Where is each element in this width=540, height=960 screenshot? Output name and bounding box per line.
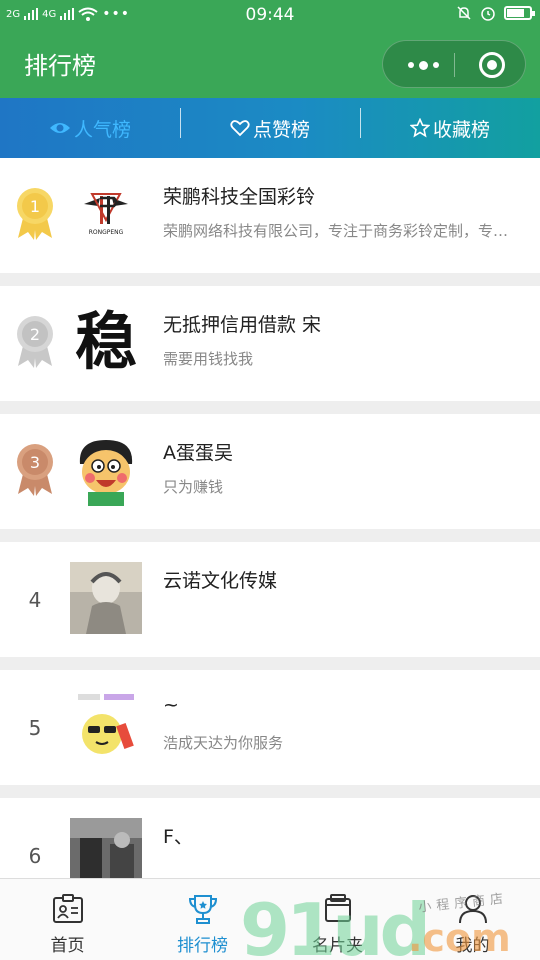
svg-text:1: 1: [30, 197, 40, 216]
nav-label: 我的: [455, 936, 490, 956]
avatar: RONGPENG: [70, 178, 142, 250]
star-icon: [409, 118, 430, 138]
tab-favorites[interactable]: 收藏榜: [360, 98, 540, 158]
nav-bar: 排行榜: [0, 30, 540, 98]
item-desc: 需要用钱找我: [163, 350, 254, 368]
status-bar: 2G 4G ••• 09:44: [0, 0, 540, 30]
id-card-icon: [52, 894, 83, 923]
more-menu-button[interactable]: [401, 53, 445, 77]
bottom-tab-bar: 首页 排行榜 名片夹 我的: [0, 878, 540, 960]
list-item[interactable]: 3 A蛋蛋吴 只为赚钱: [0, 414, 540, 529]
rank-number: 5: [28, 716, 42, 740]
avatar: 稳: [70, 306, 142, 378]
avatar: [70, 434, 142, 506]
item-name: 无抵押信用借款 宋: [163, 314, 322, 336]
nav-label: 排行榜: [177, 936, 228, 956]
trophy-icon: [188, 895, 217, 924]
nav-home[interactable]: 首页: [0, 879, 135, 960]
item-desc: 浩成天达为你服务: [163, 734, 284, 752]
list-item[interactable]: 5 ~ 浩成天达为你服务: [0, 670, 540, 785]
item-desc: 只为赚钱: [163, 478, 224, 496]
eye-icon: [49, 123, 70, 133]
item-name: F、: [163, 826, 193, 848]
svg-text:RONGPENG: RONGPENG: [89, 229, 124, 236]
silent-bell-icon: [457, 6, 471, 20]
tab-popularity[interactable]: 人气榜: [0, 98, 180, 158]
gold-medal-icon: 1: [17, 188, 53, 240]
avatar-glyph: 稳: [74, 305, 137, 378]
tab-label: 收藏榜: [432, 118, 490, 141]
list-item[interactable]: 1 RONGPENG 荣鹏科技全国彩铃 荣鹏网络科技有限公司，专注于商务彩铃定制…: [0, 158, 540, 273]
bronze-medal-icon: 3: [17, 444, 53, 496]
battery-icon: [504, 6, 535, 20]
tab-likes[interactable]: 点赞榜: [180, 98, 360, 158]
svg-text:3: 3: [30, 453, 40, 472]
user-icon: [458, 895, 487, 924]
card-folder-icon: [324, 894, 351, 922]
list-item[interactable]: 4 云诺文化传媒: [0, 542, 540, 657]
capsule-divider: [454, 53, 455, 77]
nav-label: 名片夹: [312, 936, 363, 956]
status-right: [456, 5, 535, 21]
nav-ranking[interactable]: 排行榜: [135, 879, 270, 960]
nav-mine[interactable]: 我的: [405, 879, 540, 960]
nav-card-holder[interactable]: 名片夹: [270, 879, 405, 960]
close-miniprogram-button[interactable]: [479, 52, 505, 78]
rank-number: 6: [28, 844, 42, 868]
item-name: 荣鹏科技全国彩铃: [163, 186, 316, 208]
silver-medal-icon: 2: [17, 316, 53, 368]
page-title: 排行榜: [24, 52, 96, 80]
avatar: [70, 562, 142, 634]
miniprogram-capsule: [382, 40, 526, 88]
item-desc: 荣鹏网络科技有限公司，专注于商务彩铃定制，专业录音配乐: [163, 222, 523, 240]
item-name: A蛋蛋吴: [163, 442, 233, 464]
svg-text:2: 2: [30, 325, 40, 344]
item-name: 云诺文化传媒: [163, 570, 278, 592]
ranking-tabs: 人气榜 点赞榜 收藏榜: [0, 98, 540, 158]
nav-label: 首页: [50, 936, 85, 956]
list-item[interactable]: 2 稳 无抵押信用借款 宋 需要用钱找我: [0, 286, 540, 401]
alarm-icon: [481, 7, 495, 21]
avatar: [70, 690, 142, 762]
heart-icon: [230, 120, 250, 137]
rank-number: 4: [28, 588, 42, 612]
tab-label: 点赞榜: [252, 118, 310, 141]
tab-label: 人气榜: [73, 118, 131, 141]
item-name: ~: [163, 694, 179, 716]
